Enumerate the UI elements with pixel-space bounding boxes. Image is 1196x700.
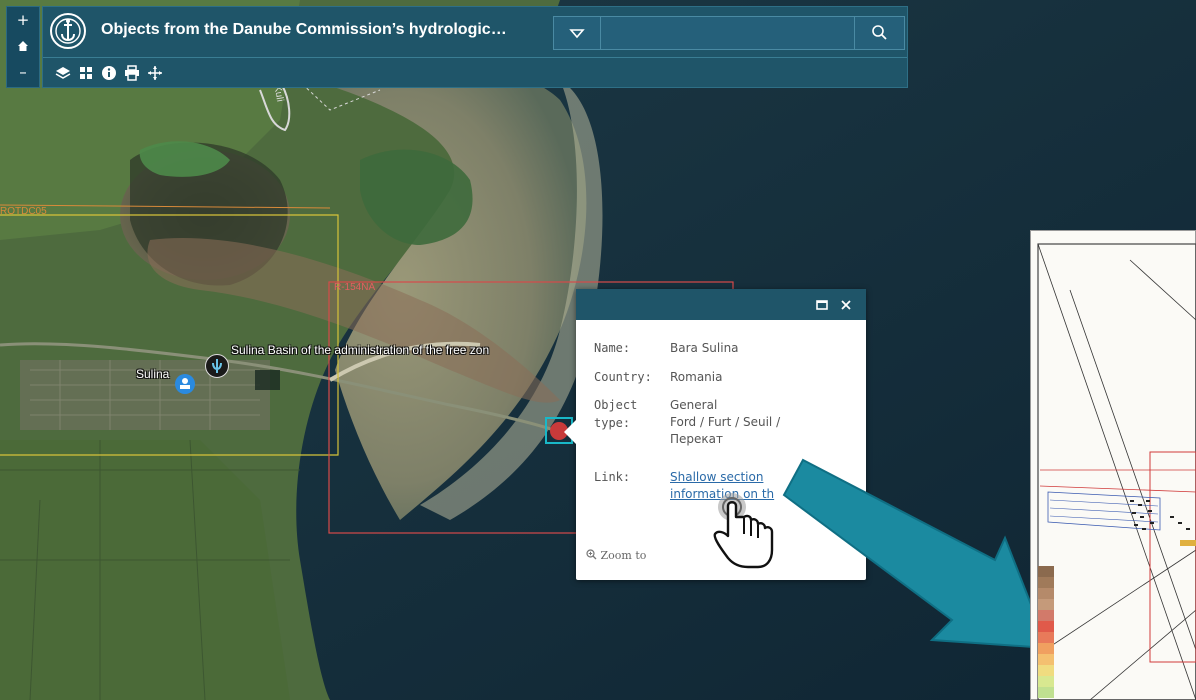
- town-icon[interactable]: [175, 374, 195, 394]
- zoom-out-button[interactable]: –: [7, 61, 39, 83]
- field-label-object: Object: [594, 398, 638, 412]
- print-icon[interactable]: [124, 65, 140, 81]
- info-icon[interactable]: [101, 65, 117, 81]
- search-icon: [872, 25, 887, 40]
- legend-swatch: [1038, 632, 1054, 643]
- legend-swatch: [1038, 621, 1054, 632]
- legend-swatch: [1038, 676, 1054, 687]
- hand-pointer-cursor: [702, 484, 778, 574]
- shallow-section-drawing-preview: [1030, 230, 1196, 700]
- legend-swatch: [1038, 665, 1054, 676]
- callout-arrow: [782, 458, 1050, 650]
- zoom-to-label: Zoom to: [600, 549, 647, 562]
- map-label-sulina: Sulina: [136, 367, 170, 381]
- search-input[interactable]: [602, 18, 856, 48]
- field-label-link: Link:: [594, 470, 631, 484]
- field-label-country: Country:: [594, 370, 652, 384]
- search-bar: [553, 16, 905, 50]
- chevron-down-icon: [569, 29, 585, 39]
- popup-header: [576, 289, 866, 320]
- port-basin-icon[interactable]: [205, 354, 229, 378]
- object-type-line-3: Перекат: [670, 432, 723, 446]
- legend-swatch: [1038, 566, 1054, 577]
- zoom-in-button[interactable]: +: [7, 9, 39, 31]
- maximize-icon[interactable]: [816, 299, 828, 311]
- frame-label-2: R-154NA: [334, 282, 376, 293]
- popup-pointer: [564, 420, 576, 444]
- zoom-to-button[interactable]: Zoom to: [586, 549, 646, 562]
- legend-swatch: [1038, 577, 1054, 588]
- app-title: Objects from the Danube Commission’s hyd…: [101, 21, 507, 38]
- pan-icon[interactable]: [147, 65, 163, 81]
- frame-label-1: ROTDC05: [0, 206, 47, 217]
- layers-icon[interactable]: [55, 65, 71, 81]
- danube-commission-logo: [49, 12, 87, 50]
- field-label-name: Name:: [594, 341, 631, 355]
- legend-swatch: [1038, 654, 1054, 665]
- search-button[interactable]: [854, 17, 904, 49]
- basemap-gallery-icon[interactable]: [78, 65, 94, 81]
- object-type-line-2: Ford / Furt / Seuil /: [670, 415, 781, 429]
- field-label-type: type:: [594, 416, 631, 430]
- legend-swatch: [1038, 687, 1054, 698]
- search-source-dropdown[interactable]: [554, 17, 601, 49]
- close-icon[interactable]: [840, 299, 852, 311]
- object-type-line-1: General: [670, 398, 718, 412]
- field-value-country: Romania: [670, 370, 723, 384]
- legend-swatch: [1038, 643, 1054, 654]
- field-value-object-type: General Ford / Furt / Seuil / Перекат: [670, 397, 780, 448]
- zoom-in-magnifier-icon: [586, 549, 597, 560]
- field-value-name: Bara Sulina: [670, 341, 739, 355]
- legend-swatch: [1038, 599, 1054, 610]
- legend-swatch: [1038, 610, 1054, 621]
- zoom-controls: + –: [6, 6, 40, 88]
- home-button[interactable]: [7, 35, 39, 57]
- home-icon: [18, 41, 28, 51]
- app-header: Objects from the Danube Commission’s hyd…: [42, 6, 908, 88]
- toolbar: [43, 57, 907, 88]
- map-label-basin: Sulina Basin of the administration of th…: [231, 343, 490, 357]
- legend-swatch: [1038, 588, 1054, 599]
